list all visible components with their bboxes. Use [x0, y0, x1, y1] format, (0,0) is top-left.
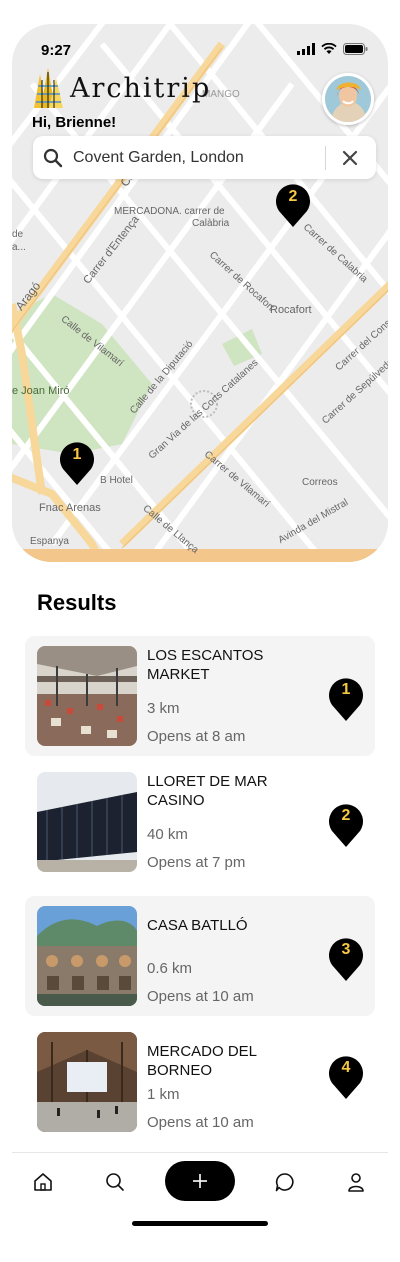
result-name: LOS ESCANTOS MARKET — [147, 647, 264, 683]
result-card[interactable]: LLORET DE MAR CASINO 40 km Opens at 7 pm… — [25, 762, 375, 882]
location-search-bar[interactable]: Covent Garden, London — [33, 136, 376, 179]
status-time: 9:27 — [41, 42, 72, 59]
map-label-joan-miro: e Joan Miró — [12, 385, 70, 397]
map-label-fnac: Fnac Arenas — [39, 502, 101, 514]
result-card[interactable]: CASA BATLLÓ 0.6 km Opens at 10 am 3 — [25, 896, 375, 1016]
profile-icon[interactable] — [345, 1171, 367, 1193]
result-pin[interactable]: 1 — [327, 674, 365, 722]
casino-photo — [37, 772, 137, 872]
result-pin-number: 2 — [341, 807, 351, 824]
result-distance: 0.6 km — [147, 960, 193, 977]
search-input[interactable]: Covent Garden, London — [73, 149, 325, 167]
result-card[interactable]: MERCADO DEL BORNEO 1 km Opens at 10 am 4 — [25, 1022, 375, 1142]
casa-batllo-photo — [37, 906, 137, 1006]
result-hours: Opens at 10 am — [147, 988, 254, 1005]
result-thumbnail — [37, 646, 137, 746]
result-pin-number: 1 — [341, 681, 351, 698]
status-icons — [297, 43, 368, 55]
result-name: CASA BATLLÓ — [147, 917, 248, 934]
result-thumbnail — [37, 772, 137, 872]
map-pin-1[interactable]: 1 — [58, 438, 96, 486]
results-title: Results — [37, 590, 117, 615]
chat-icon[interactable] — [274, 1171, 296, 1193]
result-pin-number: 4 — [341, 1059, 351, 1076]
map-label-espanya: Espanya — [30, 536, 69, 547]
result-hours: Opens at 8 am — [147, 728, 246, 745]
home-indicator — [132, 1221, 268, 1226]
result-pin-number: 3 — [341, 941, 351, 958]
wifi-icon — [321, 43, 337, 54]
result-name: LLORET DE MAR CASINO — [147, 773, 268, 809]
result-pin[interactable]: 2 — [327, 800, 365, 848]
bottom-nav — [12, 1152, 388, 1234]
result-pin[interactable]: 3 — [327, 934, 365, 982]
add-button[interactable] — [165, 1161, 235, 1201]
result-thumbnail — [37, 906, 137, 1006]
map-pin-number: 2 — [288, 188, 298, 205]
home-icon[interactable] — [32, 1171, 54, 1193]
map-label-left-b: a... — [12, 242, 26, 253]
result-distance: 3 km — [147, 700, 180, 717]
cellular-signal-icon — [297, 43, 315, 55]
market-photo — [37, 646, 137, 746]
app-name: Architrip — [70, 72, 212, 104]
result-name: MERCADO DEL BORNEO — [147, 1043, 257, 1079]
architrip-logo-icon — [34, 68, 63, 108]
app-logo: Architrip — [32, 68, 211, 108]
status-bar: 9:27 — [12, 24, 388, 74]
search-icon[interactable] — [104, 1171, 126, 1193]
map-pin-2[interactable]: 2 — [274, 180, 312, 228]
plus-icon — [193, 1174, 207, 1188]
map-pin-number: 1 — [72, 446, 82, 463]
map-label-hotel: B Hotel — [100, 475, 133, 486]
result-hours: Opens at 7 pm — [147, 854, 246, 871]
greeting-text: Hi, Brienne! — [32, 114, 117, 131]
search-divider — [325, 145, 326, 170]
clear-search-icon[interactable] — [342, 150, 358, 166]
map-label-left-a: de — [12, 229, 24, 240]
result-pin[interactable]: 4 — [327, 1052, 365, 1100]
result-hours: Opens at 10 am — [147, 1114, 254, 1131]
map-label-correos: Correos — [302, 477, 338, 488]
search-icon — [43, 148, 63, 167]
result-distance: 1 km — [147, 1086, 180, 1103]
mercado-photo — [37, 1032, 137, 1132]
avatar-image — [325, 76, 371, 122]
map-label-calabria: Calàbria — [192, 218, 230, 229]
user-avatar[interactable] — [322, 73, 374, 125]
result-distance: 40 km — [147, 826, 188, 843]
result-thumbnail — [37, 1032, 137, 1132]
map-label-rocafort: Rocafort — [270, 304, 312, 316]
result-card[interactable]: LOS ESCANTOS MARKET 3 km Opens at 8 am 1 — [25, 636, 375, 756]
battery-icon — [343, 43, 368, 55]
map-view[interactable]: MERCADONA. carrer de Calàbria MANGO Roca… — [12, 24, 388, 562]
